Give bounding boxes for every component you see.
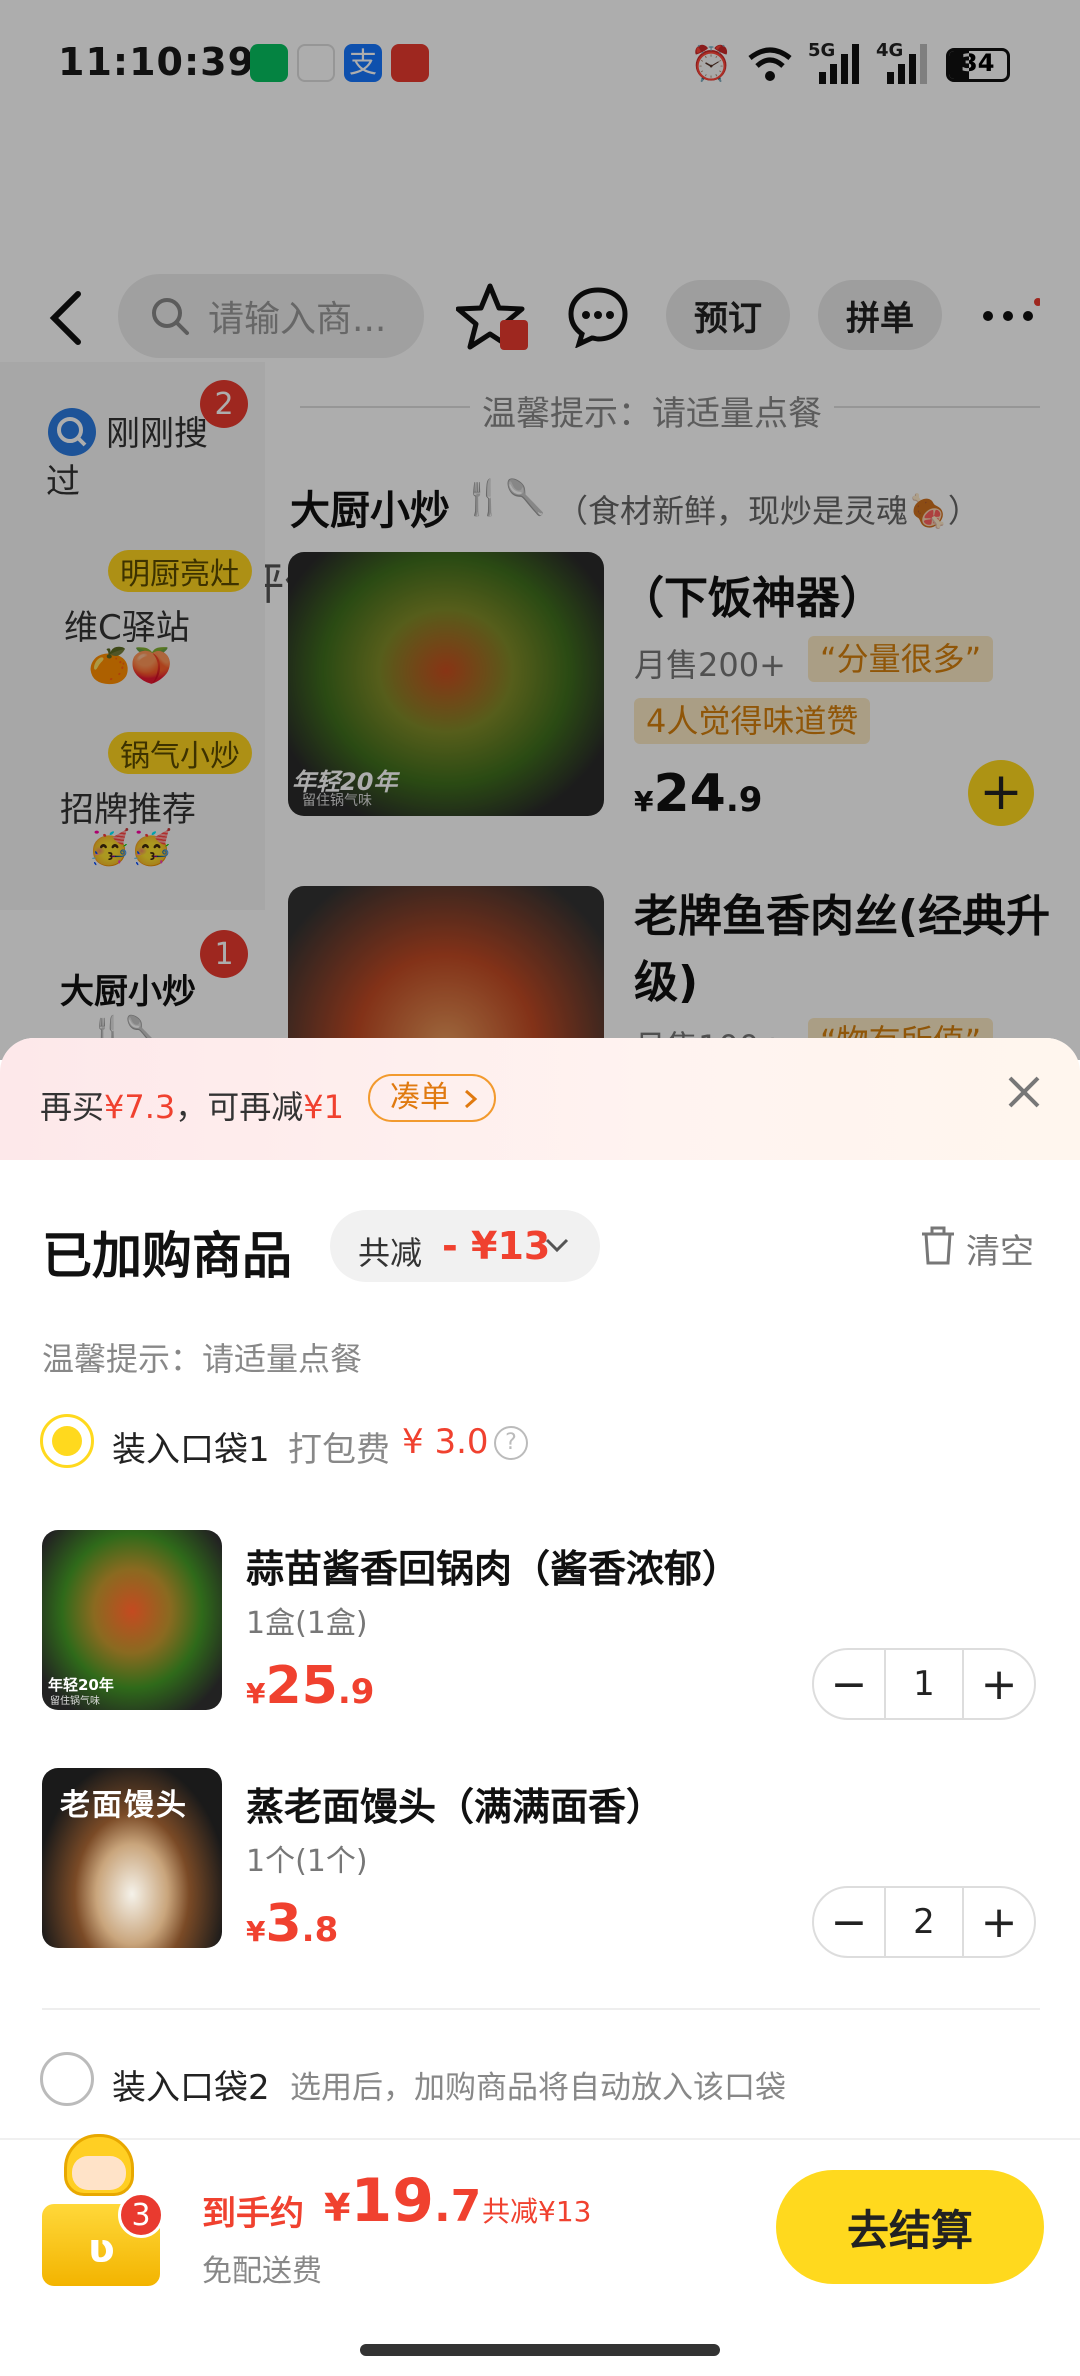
packing-fee-label: 打包费	[288, 1430, 390, 1470]
bag1-label: 装入口袋1	[112, 1430, 270, 1470]
increase-button[interactable]: +	[964, 1887, 1034, 1957]
home-indicator	[360, 2344, 720, 2356]
cart-tip: 温馨提示：请适量点餐	[42, 1340, 363, 1378]
decrease-button[interactable]: −	[814, 1649, 884, 1719]
close-icon[interactable]	[1006, 1074, 1042, 1110]
total-discount: 共减¥13	[482, 2195, 592, 2228]
checkout-button[interactable]: 去结算	[776, 2170, 1044, 2284]
bag2-radio[interactable]	[40, 2052, 94, 2106]
cart-count-badge: 3	[118, 2192, 164, 2238]
bag1-radio[interactable]	[40, 1414, 94, 1468]
promo-amount: ¥7.3	[104, 1088, 176, 1126]
cart-item-image-text: 老面馒头	[60, 1788, 188, 1823]
quantity-value[interactable]: 2	[884, 1887, 964, 1957]
promo-text: 再买¥7.3，可再减¥1	[40, 1088, 344, 1126]
cart-title: 已加购商品	[42, 1227, 292, 1285]
quantity-value[interactable]: 1	[884, 1649, 964, 1719]
cart-item-spec: 1盒(1盒)	[246, 1606, 368, 1641]
trash-icon[interactable]	[920, 1226, 956, 1266]
decrease-button[interactable]: −	[814, 1887, 884, 1957]
promo-discount: ¥1	[303, 1088, 344, 1126]
packing-fee-value: ¥ 3.0	[402, 1422, 489, 1462]
increase-button[interactable]: +	[964, 1649, 1034, 1719]
chevron-right-icon	[465, 1089, 478, 1109]
bag2-hint: 选用后，加购商品将自动放入该口袋	[290, 2070, 786, 2106]
discount-value: - ¥13	[442, 1224, 551, 1268]
cart-item-image: 年轻20年 留住锅气味	[42, 1530, 222, 1710]
cart-item-price: ¥3.8	[246, 1894, 339, 1954]
chevron-down-icon	[545, 1238, 569, 1253]
cart-item-name: 蒸老面馒头（满满面香）	[246, 1785, 665, 1829]
dim-overlay[interactable]	[0, 0, 1080, 1060]
delivery-fee: 免配送费	[202, 2254, 322, 2289]
help-icon[interactable]: ?	[494, 1426, 528, 1460]
quantity-stepper: − 2 +	[812, 1886, 1036, 1958]
divider	[42, 2008, 1040, 2010]
promo-banner: 再买¥7.3，可再减¥1 凑单	[0, 1038, 1080, 1160]
cart-item-spec: 1个(1个)	[246, 1844, 368, 1879]
quantity-stepper: − 1 +	[812, 1648, 1036, 1720]
discount-summary-button[interactable]: 共减 - ¥13	[330, 1210, 600, 1282]
total-label: 到手约	[202, 2194, 304, 2234]
add-on-button[interactable]: 凑单	[368, 1074, 496, 1122]
cart-item-price: ¥25.9	[246, 1656, 375, 1716]
clear-cart-button[interactable]: 清空	[966, 1224, 1034, 1273]
bag2-label: 装入口袋2	[112, 2068, 270, 2108]
cart-item-image: 老面馒头	[42, 1768, 222, 1948]
cart-item-image-subtitle: 留住锅气味	[50, 1696, 100, 1707]
discount-label: 共减	[358, 1234, 423, 1272]
total-price: ¥19.7	[324, 2166, 482, 2236]
add-on-label: 凑单	[390, 1080, 450, 1115]
cart-item-name: 蒜苗酱香回锅肉（酱香浓郁）	[246, 1547, 741, 1591]
